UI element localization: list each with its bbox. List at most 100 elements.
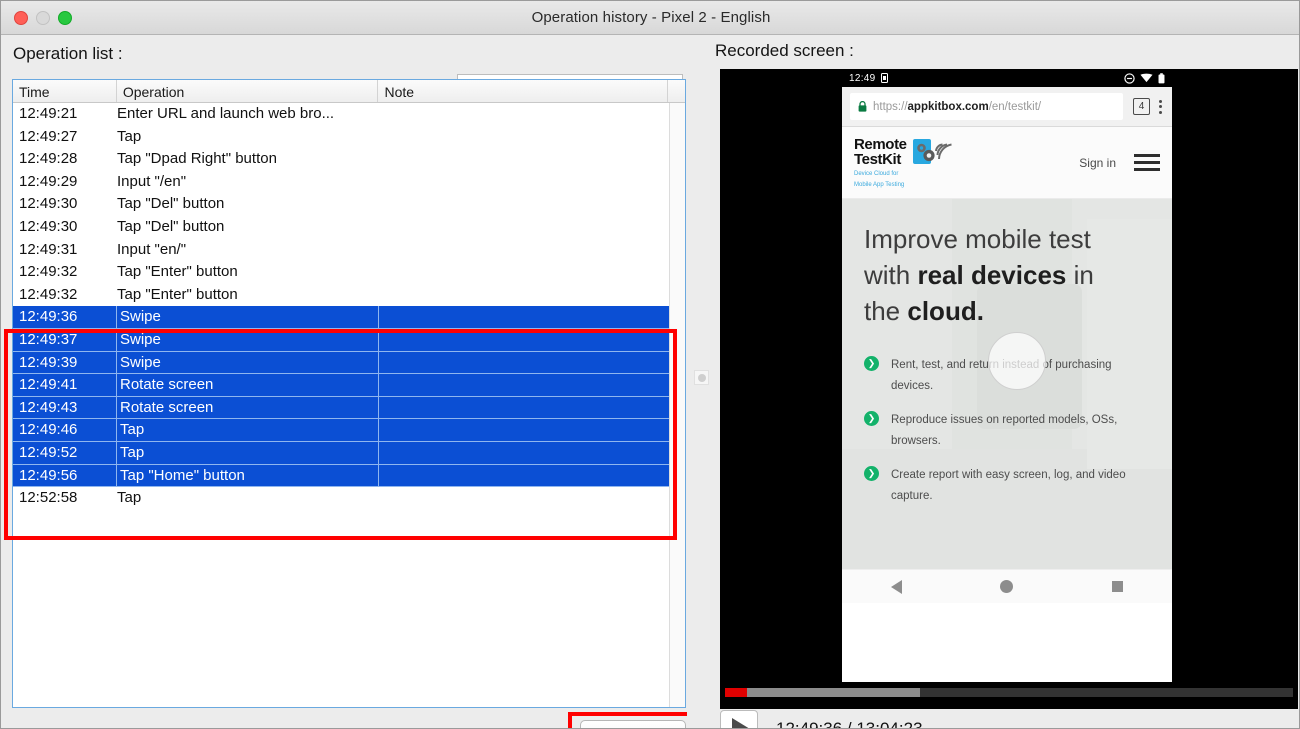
cell-operation: Rotate screen [117,396,379,420]
cell-note [379,261,669,284]
cell-note [379,126,669,149]
splitter-grip-icon[interactable] [694,370,709,385]
window-titlebar: Operation history - Pixel 2 - English [1,1,1299,35]
url-scheme: https:// [873,100,908,113]
cell-note [379,441,669,465]
sign-in-link[interactable]: Sign in [1079,156,1116,170]
cell-time: 12:49:30 [19,217,78,235]
table-body: 12:49:21 Enter URL and launch web bro... 1… [13,103,685,510]
operation-table[interactable]: Time Operation Note 12:49:21 Enter URL an… [12,79,686,708]
play-button[interactable] [720,710,758,728]
save-button[interactable]: Save [580,720,686,728]
table-row[interactable]: 12:49:46 Tap [13,419,685,442]
cell-note [379,148,669,171]
cell-note [379,171,669,194]
table-row[interactable]: 12:49:39 Swipe [13,351,685,375]
cell-operation: Swipe [117,328,379,352]
cell-time: 12:49:28 [19,150,78,168]
site-header: Remote TestKit Device Cloud for Mobile A… [842,127,1172,199]
cell-note [379,374,669,397]
logo-device-wifi-icon [912,138,952,164]
cell-operation: Swipe [117,351,379,375]
cell-time: 12:49:39 [13,351,117,375]
status-bar-time: 12:49 [849,72,876,84]
hero-bullet: ❯ Create report with easy screen, log, an… [864,465,1150,507]
bullet-arrow-icon: ❯ [864,466,879,481]
remote-testkit-logo[interactable]: Remote TestKit Device Cloud for Mobile A… [854,137,952,189]
headline-line-1: Improve mobile test [864,224,1091,254]
list-scrollbar[interactable] [669,103,685,707]
table-row[interactable]: 12:49:30 Tap "Del" button [13,193,685,216]
cell-time: 12:49:29 [19,172,78,190]
logo-subtitle-1: Device Cloud for [854,170,899,177]
table-row[interactable]: 12:49:27 Tap [13,126,685,149]
video-player[interactable]: 12:49 https:// appkitbox.com /en/testkit… [720,69,1298,709]
table-row[interactable]: 12:49:29 Input "/en" [13,171,685,194]
cell-time: 12:49:21 [19,105,78,122]
recents-button[interactable] [1111,581,1123,592]
column-header-note[interactable]: Note [378,80,669,102]
cell-operation: Rotate screen [117,374,379,397]
table-row[interactable]: 12:49:37 Swipe [13,328,685,352]
cell-operation: Tap "Home" button [117,464,379,488]
hero-bullet: ❯ Reproduce issues on reported models, OS… [864,410,1150,452]
column-header-time[interactable]: Time [13,80,117,102]
bullet-arrow-icon: ❯ [864,356,879,371]
pane-splitter[interactable] [687,35,715,728]
hamburger-icon[interactable] [1134,154,1160,171]
status-bar-icons [1124,72,1165,84]
cell-time: 12:49:32 [19,263,78,281]
scrubber-progress [747,688,920,697]
playback-timecode: 12:49:36 / 13:04:23 [776,719,923,729]
url-host: appkitbox.com [907,100,989,113]
cell-operation: Swipe [117,306,379,329]
table-row[interactable]: 12:49:30 Tap "Del" button [13,216,685,239]
cell-time: 12:49:41 [13,374,117,397]
video-scrubber[interactable] [725,688,1293,697]
cell-note [379,396,669,420]
cell-time: 12:49:37 [13,328,117,352]
table-row[interactable]: 12:49:32 Tap "Enter" button [13,284,685,307]
device-screen[interactable]: 12:49 https:// appkitbox.com /en/testkit… [842,69,1172,682]
cell-note [379,464,669,488]
cell-operation: Tap [117,419,379,442]
home-button[interactable] [1000,580,1014,593]
cell-time: 12:49:43 [13,396,117,420]
operation-list-pane: Operation list : Search Time Operation N… [1,35,701,728]
table-row[interactable]: 12:49:56 Tap "Home" button [13,464,685,488]
cell-time: 12:49:32 [19,285,78,303]
table-row[interactable]: 12:49:36 Swipe [13,306,685,329]
operation-list-label: Operation list : [13,44,123,63]
cell-time: 12:49:52 [13,441,117,465]
table-row[interactable]: 12:49:41 Rotate screen [13,374,685,397]
table-row[interactable]: 12:49:28 Tap "Dpad Right" button [13,148,685,171]
table-row[interactable]: 12:52:58 Tap [13,487,685,510]
scrubber-marker [725,688,747,697]
table-row[interactable]: 12:49:43 Rotate screen [13,396,685,420]
table-row[interactable]: 12:49:21 Enter URL and launch web bro... [13,103,685,126]
table-row[interactable]: 12:49:52 Tap [13,441,685,465]
hero-section: Improve mobile test with real devices in… [842,199,1172,569]
touch-indicator [988,332,1046,390]
lock-icon [858,101,867,112]
table-row[interactable]: 12:49:31 Input "en/" [13,239,685,262]
tab-count-button[interactable]: 4 [1133,98,1150,115]
cell-time: 12:49:46 [13,419,117,442]
logo-line-2: TestKit [854,150,901,168]
sim-icon [880,73,888,83]
back-button[interactable] [891,579,903,594]
url-bar[interactable]: https:// appkitbox.com /en/testkit/ [850,93,1123,120]
table-row[interactable]: 12:49:32 Tap "Enter" button [13,261,685,284]
cell-time: 12:49:36 [13,306,117,329]
cell-time: 12:49:27 [19,127,78,145]
recorded-screen-label: Recorded screen : [715,41,854,60]
cell-operation: Tap "Enter" button [117,263,238,281]
kebab-menu-icon[interactable] [1159,99,1162,114]
battery-icon [1158,72,1165,83]
window-title: Operation history - Pixel 2 - English [531,9,771,26]
cell-note [379,419,669,442]
wifi-icon [1140,73,1153,83]
cell-note [379,328,669,352]
column-header-operation[interactable]: Operation [117,80,379,102]
cell-note [379,306,669,329]
